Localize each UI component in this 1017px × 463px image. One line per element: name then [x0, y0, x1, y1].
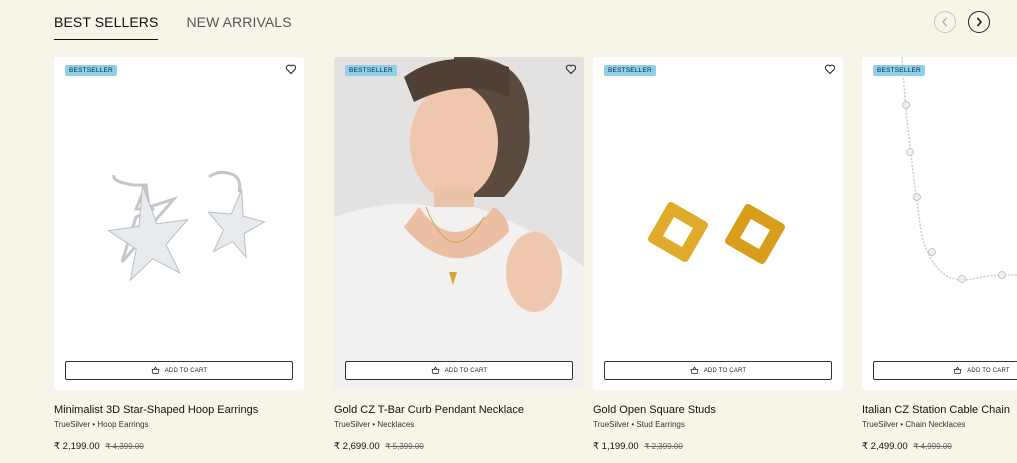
product-mrp: ₹ 4,399.00 — [105, 442, 144, 451]
star-earrings-illustration — [107, 170, 266, 282]
add-to-cart-label: ADD TO CART — [444, 367, 488, 374]
product-card[interactable]: BESTSELLER ADD TO CART Gold Open Square … — [593, 57, 843, 452]
heart-icon[interactable] — [285, 63, 297, 75]
product-prices: ₹ 2,699.00 ₹ 5,399.00 — [334, 441, 584, 452]
product-tabs: BEST SELLERS NEW ARRIVALS — [54, 0, 292, 40]
add-to-cart-label: ADD TO CART — [703, 367, 747, 374]
bestseller-badge: BESTSELLER — [345, 65, 397, 76]
product-brand-category: TrueSilver • Chain Necklaces — [862, 420, 966, 429]
gold-studs-illustration — [648, 202, 785, 264]
tab-new-arrivals[interactable]: NEW ARRIVALS — [186, 0, 291, 39]
product-brand-category: TrueSilver • Hoop Earrings — [54, 420, 149, 429]
product-card[interactable]: BESTSELLER ADD TO CART Gold CZ T-Bar Cur… — [334, 57, 584, 452]
product-image[interactable]: BESTSELLER ADD TO CART — [334, 57, 584, 390]
carousel-prev-button[interactable] — [934, 11, 956, 33]
add-to-cart-button[interactable]: ADD TO CART — [873, 361, 1017, 380]
product-prices: ₹ 2,499.00 ₹ 4,999.00 — [862, 441, 1017, 452]
basket-icon — [431, 366, 440, 374]
heart-icon[interactable] — [565, 63, 577, 75]
product-brand-category: TrueSilver • Necklaces — [334, 420, 415, 429]
product-name[interactable]: Gold CZ T-Bar Curb Pendant Necklace — [334, 404, 584, 416]
product-image[interactable]: BESTSELLER ADD TO CART — [862, 57, 1017, 390]
product-price: ₹ 2,499.00 — [862, 441, 908, 452]
product-name[interactable]: Italian CZ Station Cable Chain — [862, 404, 1017, 416]
product-image[interactable]: BESTSELLER ADD TO CART — [593, 57, 843, 390]
model-photo-illustration — [334, 57, 584, 390]
bestseller-badge: BESTSELLER — [65, 65, 117, 76]
product-prices: ₹ 1,199.00 ₹ 2,399.00 — [593, 441, 843, 452]
bestseller-badge: BESTSELLER — [604, 65, 656, 76]
chevron-right-icon — [976, 17, 982, 27]
heart-icon[interactable] — [824, 63, 836, 75]
product-card[interactable]: BESTSELLER ADD TO CART Italian CZ Statio… — [862, 57, 1017, 452]
product-price: ₹ 1,199.00 — [593, 441, 639, 452]
basket-icon — [151, 366, 160, 374]
product-prices: ₹ 2,199.00 ₹ 4,399.00 — [54, 441, 304, 452]
add-to-cart-label: ADD TO CART — [967, 367, 1010, 374]
product-brand-category: TrueSilver • Stud Earrings — [593, 420, 685, 429]
product-name[interactable]: Gold Open Square Studs — [593, 404, 843, 416]
product-mrp: ₹ 2,399.00 — [644, 442, 683, 451]
product-image[interactable]: BESTSELLER ADD TO CART — [54, 57, 304, 390]
basket-icon — [690, 366, 699, 374]
bestseller-badge: BESTSELLER — [873, 65, 925, 76]
tab-best-sellers[interactable]: BEST SELLERS — [54, 0, 159, 40]
add-to-cart-label: ADD TO CART — [164, 367, 208, 374]
product-name[interactable]: Minimalist 3D Star-Shaped Hoop Earrings — [54, 404, 304, 416]
add-to-cart-button[interactable]: ADD TO CART — [604, 361, 832, 380]
silver-chain-illustration — [901, 57, 1017, 283]
product-mrp: ₹ 5,399.00 — [385, 442, 424, 451]
product-card[interactable]: BESTSELLER ADD TO CART Minimalist 3D Sta… — [54, 57, 304, 452]
carousel-next-button[interactable] — [968, 11, 990, 33]
basket-icon — [953, 366, 962, 374]
product-price: ₹ 2,199.00 — [54, 441, 100, 452]
product-price: ₹ 2,699.00 — [334, 441, 380, 452]
add-to-cart-button[interactable]: ADD TO CART — [65, 361, 293, 380]
product-mrp: ₹ 4,999.00 — [913, 442, 952, 451]
chevron-left-icon — [942, 17, 947, 27]
add-to-cart-button[interactable]: ADD TO CART — [345, 361, 573, 380]
